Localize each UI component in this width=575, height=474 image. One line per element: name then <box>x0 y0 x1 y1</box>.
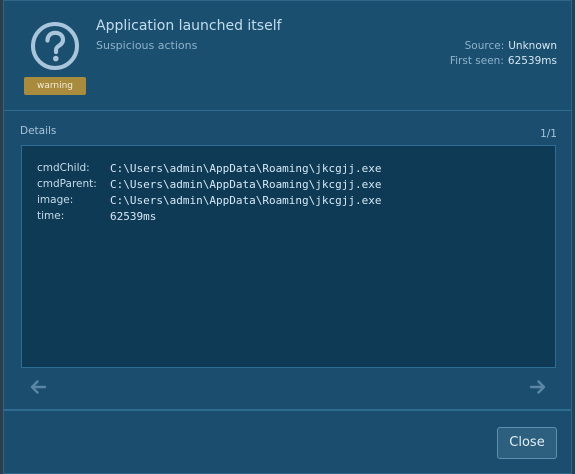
event-title: Application launched itself <box>96 18 282 34</box>
detail-key: cmdParent: <box>37 178 97 190</box>
question-circle-icon <box>31 22 79 70</box>
header-divider <box>4 110 571 111</box>
severity-badge: warning <box>24 77 86 95</box>
event-meta: Source: Unknown First seen: 62539ms <box>450 39 557 69</box>
detail-key: time: <box>37 210 65 222</box>
detail-value: C:\Users\admin\AppData\Roaming\jkcgjj.ex… <box>110 162 382 175</box>
detail-value: C:\Users\admin\AppData\Roaming\jkcgjj.ex… <box>110 178 382 191</box>
arrow-right-icon[interactable] <box>529 379 547 395</box>
event-details-dialog: warning Application launched itself Susp… <box>3 0 572 474</box>
detail-key: image: <box>37 194 74 206</box>
details-label: Details <box>20 125 57 137</box>
detail-value: C:\Users\admin\AppData\Roaming\jkcgjj.ex… <box>110 194 382 207</box>
source-label: Source: <box>464 40 505 52</box>
first-seen-label: First seen: <box>449 55 504 67</box>
footer-divider <box>4 409 571 411</box>
first-seen-value: 62539ms <box>507 55 557 67</box>
arrow-left-icon[interactable] <box>29 379 47 395</box>
page-counter: 1/1 <box>540 128 557 140</box>
details-panel: cmdChild: C:\Users\admin\AppData\Roaming… <box>21 145 556 368</box>
dialog-header: warning Application launched itself Susp… <box>4 1 571 111</box>
source-value: Unknown <box>508 40 557 52</box>
detail-value: 62539ms <box>110 210 157 223</box>
close-button[interactable]: Close <box>497 427 557 459</box>
first-seen-line: First seen: 62539ms <box>450 54 557 69</box>
source-line: Source: Unknown <box>450 39 557 54</box>
detail-key: cmdChild: <box>37 162 90 174</box>
event-category: Suspicious actions <box>96 39 198 52</box>
